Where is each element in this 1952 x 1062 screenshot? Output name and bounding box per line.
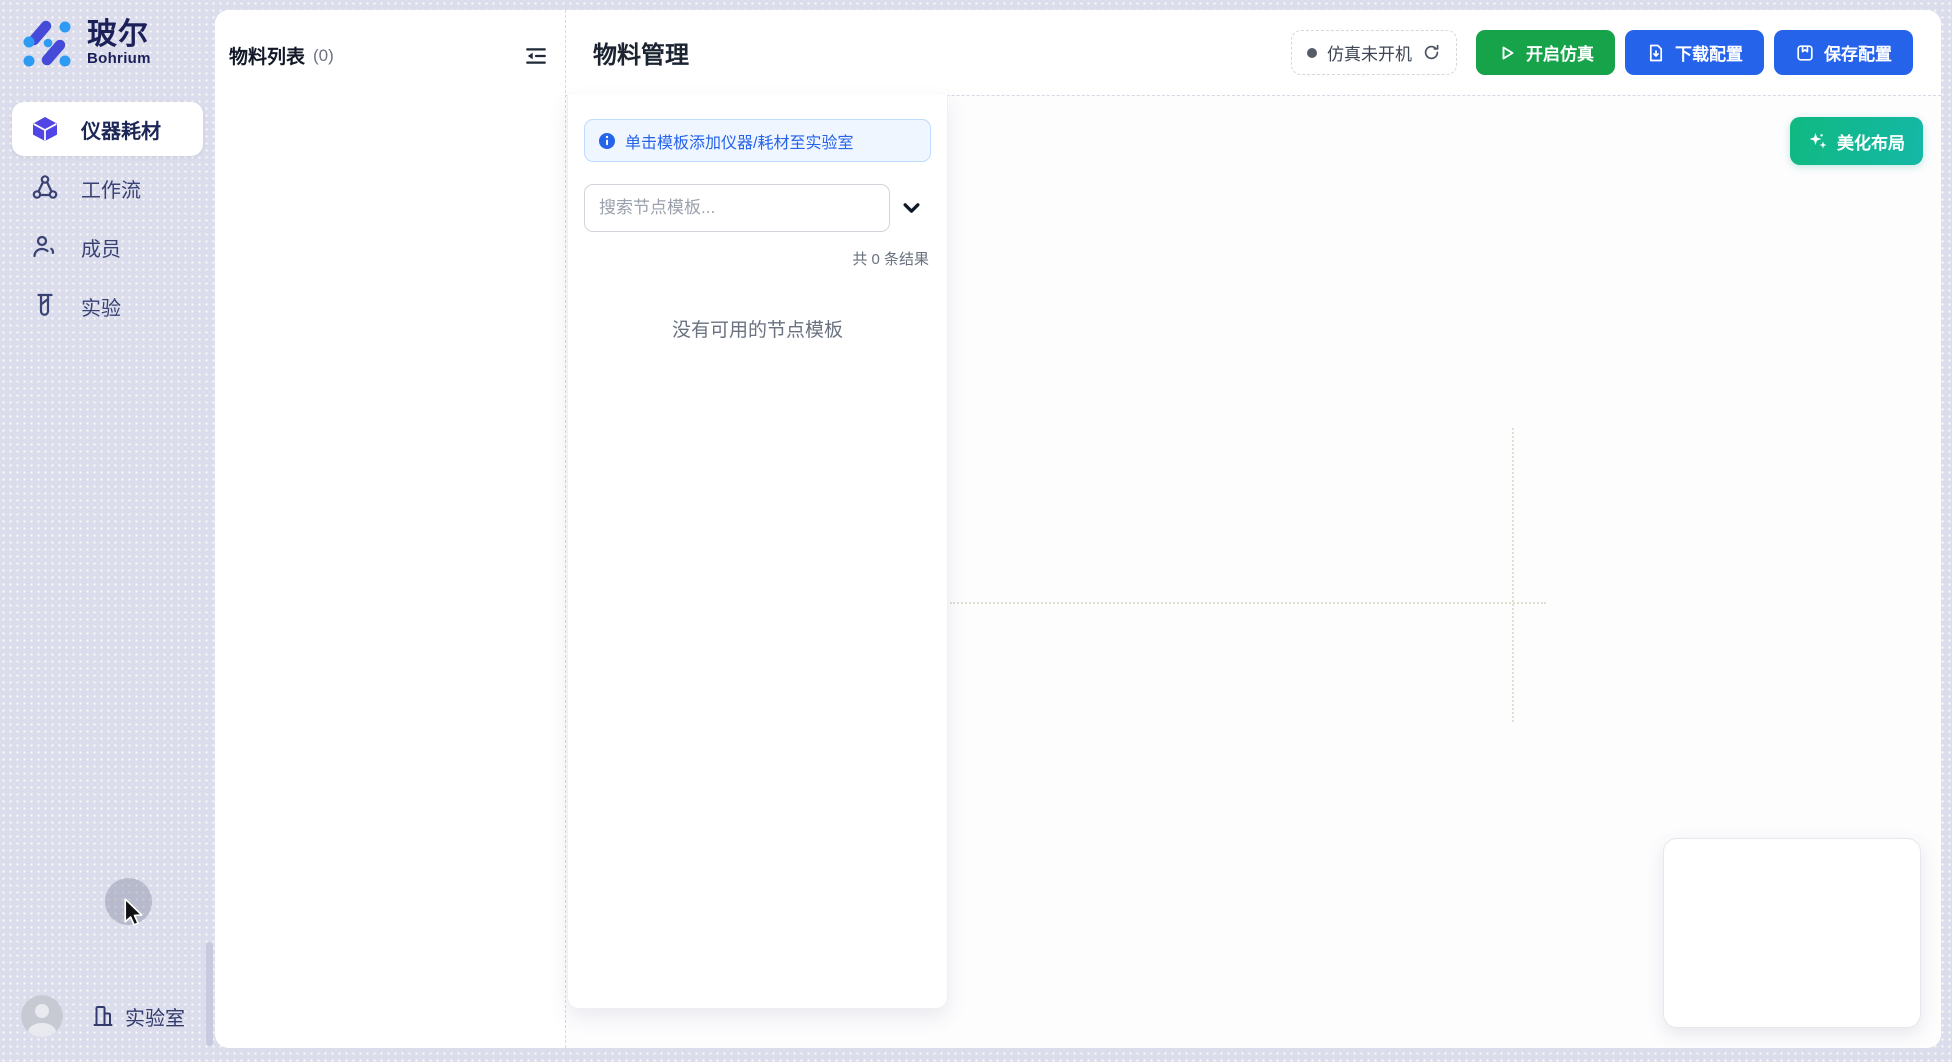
collapse-panel-icon[interactable]: [525, 46, 547, 66]
sidebar-footer: 实验室: [21, 995, 185, 1037]
experiment-icon: [30, 291, 60, 321]
canvas-guide-vertical: [1512, 428, 1514, 722]
download-config-button[interactable]: 下载配置: [1625, 30, 1764, 75]
refresh-icon[interactable]: [1422, 43, 1441, 62]
download-file-icon: [1646, 43, 1666, 63]
cube-icon: [30, 114, 60, 144]
lab-label: 实验室: [125, 1002, 185, 1031]
sidebar-nav: 仪器耗材 工作流: [0, 102, 215, 333]
simulation-status-pill: 仿真未开机: [1291, 30, 1457, 75]
workflow-icon: [30, 173, 60, 203]
materials-list-title: 物料列表: [229, 42, 305, 69]
members-icon: [30, 232, 60, 262]
main-card: 物料列表 (0) 物料管理 仿真未开机: [215, 10, 1941, 1048]
mouse-cursor: [121, 897, 146, 928]
result-count: 共 0 条结果: [568, 248, 929, 269]
template-hint-banner: 单击模板添加仪器/耗材至实验室: [584, 119, 931, 162]
materials-list-count: (0): [313, 46, 334, 66]
sidebar-item-label: 工作流: [81, 174, 141, 203]
save-icon: [1795, 43, 1815, 63]
beautify-layout-button[interactable]: 美化布局: [1790, 117, 1923, 165]
building-icon: [90, 1003, 116, 1029]
page-header: 物料管理 仿真未开机: [566, 10, 1941, 96]
sidebar-item-label: 成员: [81, 233, 121, 262]
avatar[interactable]: [21, 995, 63, 1037]
materials-list-header: 物料列表 (0): [229, 42, 547, 69]
sidebar-item-instruments[interactable]: 仪器耗材: [12, 102, 203, 156]
node-template-panel: 单击模板添加仪器/耗材至实验室 共 0 条结果 没有可用的节点模板: [567, 95, 948, 1009]
logo-title: 玻尔: [87, 19, 151, 51]
save-config-button[interactable]: 保存配置: [1774, 30, 1913, 75]
sidebar-item-members[interactable]: 成员: [12, 220, 203, 274]
materials-list-panel: 物料列表 (0): [215, 10, 565, 1048]
logo-mark-icon: [20, 16, 74, 70]
empty-templates-text: 没有可用的节点模板: [568, 315, 947, 342]
app-logo: 玻尔 Bohrium: [20, 16, 215, 70]
chevron-down-icon[interactable]: [903, 202, 920, 214]
status-label: 仿真未开机: [1327, 40, 1412, 65]
sidebar-item-workflow[interactable]: 工作流: [12, 161, 203, 215]
lab-switcher[interactable]: 实验室: [90, 1002, 185, 1031]
template-search-row: [584, 184, 931, 232]
sidebar: 玻尔 Bohrium 仪器耗材: [0, 0, 215, 1062]
sidebar-item-experiment[interactable]: 实验: [12, 279, 203, 333]
search-input[interactable]: [584, 184, 890, 232]
scrollbar-thumb[interactable]: [206, 942, 213, 1046]
template-hint-text: 单击模板添加仪器/耗材至实验室: [625, 129, 853, 153]
canvas-guide-horizontal: [950, 602, 1546, 604]
sparkles-icon: [1808, 131, 1828, 151]
info-icon: [598, 132, 616, 150]
logo-subtitle: Bohrium: [87, 50, 151, 67]
status-dot-icon: [1307, 48, 1317, 58]
canvas-minimap[interactable]: [1663, 838, 1921, 1028]
start-simulation-button[interactable]: 开启仿真: [1476, 30, 1615, 75]
app-root: 玻尔 Bohrium 仪器耗材: [0, 0, 1952, 1062]
page-title: 物料管理: [593, 35, 689, 70]
sidebar-item-label: 实验: [81, 292, 121, 321]
content-area: 物料管理 仿真未开机: [565, 10, 1941, 1048]
flow-canvas[interactable]: 单击模板添加仪器/耗材至实验室 共 0 条结果 没有可用的节点模板: [566, 96, 1941, 1048]
sidebar-item-label: 仪器耗材: [81, 115, 161, 144]
logo-text: 玻尔 Bohrium: [87, 19, 151, 68]
play-icon: [1497, 43, 1517, 63]
